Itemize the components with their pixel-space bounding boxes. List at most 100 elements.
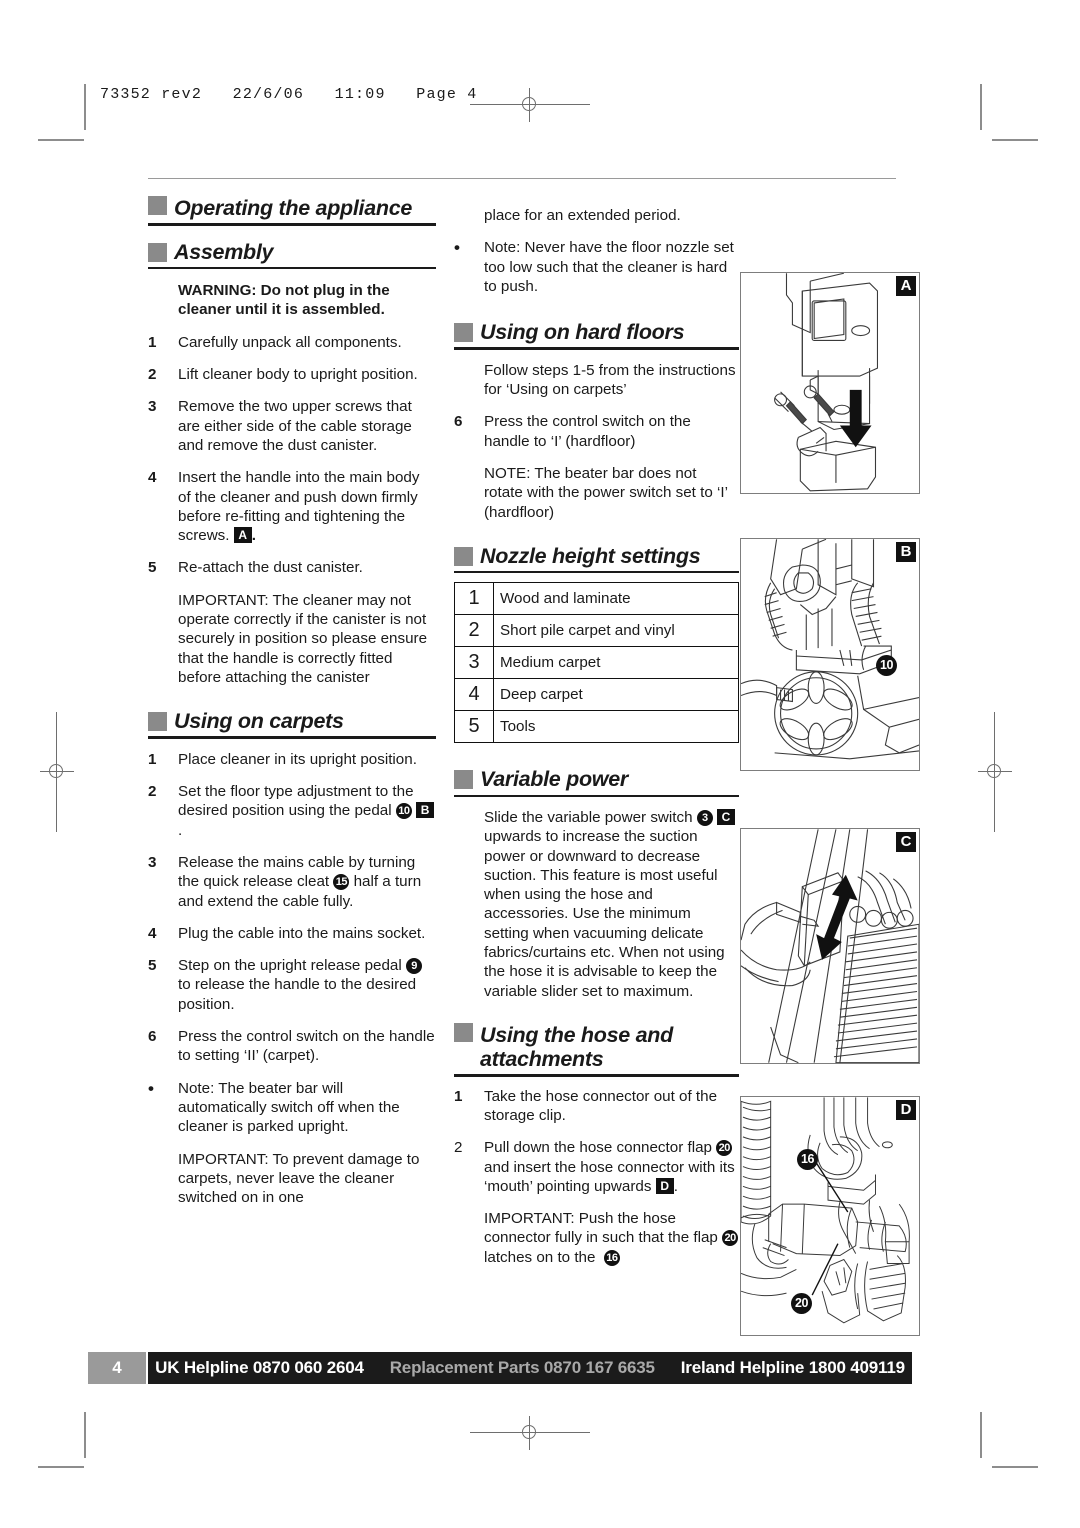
figure-ref-badge-d: D xyxy=(655,1177,674,1194)
heading-assembly: Assembly xyxy=(148,240,436,270)
heading-variable-power-text: Variable power xyxy=(480,767,628,792)
assembly-step-5: 5 Re-attach the dust canister. xyxy=(148,558,436,577)
step-text-part: Insert the handle into the main body of … xyxy=(178,469,420,545)
step-text: Note: Never have the floor nozzle set to… xyxy=(484,239,734,295)
column-left: Operating the appliance Assembly WARNING… xyxy=(148,196,436,1220)
figure-c: C xyxy=(740,828,920,1064)
step-text-suffix: . xyxy=(251,527,256,545)
part-ref-badge-20: 20 xyxy=(722,1230,739,1247)
page-footer: 4 UK Helpline 0870 060 2604 Replacement … xyxy=(88,1352,912,1384)
step-number: 1 xyxy=(148,333,157,351)
text-part: Slide the variable power switch xyxy=(484,809,693,826)
step-number: 6 xyxy=(148,1028,157,1046)
table-row: 5 Tools xyxy=(454,710,739,744)
assembly-step-1: 1 Carefully unpack all components. xyxy=(148,333,436,352)
step-text: Plug the cable into the mains socket. xyxy=(178,924,426,942)
heading-rule xyxy=(148,736,436,739)
step-text-part: to release the handle to the desired pos… xyxy=(178,976,417,1013)
hose-step-1: 1 Take the hose connector out of the sto… xyxy=(454,1087,739,1126)
heading-using-hard-floors: Using on hard floors xyxy=(454,320,739,350)
heading-rule xyxy=(148,223,436,226)
step-number: 6 xyxy=(454,413,463,431)
bullet-icon: • xyxy=(454,238,460,258)
down-arrow-icon xyxy=(839,389,872,448)
step-text: Take the hose connector out of the stora… xyxy=(484,1087,718,1124)
ireland-helpline: Ireland Helpline 1800 409119 xyxy=(680,1358,905,1377)
hard-floor-intro: Follow steps 1-5 from the instructions f… xyxy=(484,361,736,399)
step-number: 1 xyxy=(454,1087,463,1105)
text-part: upwards to increase the suction power or… xyxy=(484,828,725,1000)
variable-power-text: Slide the variable power switch 3 C upwa… xyxy=(484,808,739,1001)
figure-ref-badge-b: B xyxy=(416,802,435,819)
part-ref-badge-15: 15 xyxy=(333,874,350,891)
text-suffix: . xyxy=(673,1177,678,1195)
square-bullet-icon xyxy=(148,196,167,215)
figure-label-c: C xyxy=(896,832,916,852)
step-text: Carefully unpack all components. xyxy=(178,333,402,351)
hose-important-note: IMPORTANT: Push the hose connector fully… xyxy=(484,1209,739,1267)
square-bullet-icon xyxy=(454,1022,473,1042)
hose-step-2: 2 Pull down the hose connector flap 20 a… xyxy=(454,1138,739,1196)
step-text: Insert the handle into the main body of … xyxy=(178,468,436,545)
page-number: 4 xyxy=(88,1352,146,1384)
step-text: Lift cleaner body to upright position. xyxy=(178,366,418,384)
part-ref-badge-20: 20 xyxy=(791,1293,812,1314)
nozzle-setting-number: 2 xyxy=(454,614,494,648)
uk-helpline: UK Helpline 0870 060 2604 xyxy=(155,1358,364,1377)
text-part: Pull down the hose connector flap xyxy=(484,1139,712,1157)
figure-a-illustration xyxy=(774,273,879,492)
text-part: IMPORTANT: Push the hose connector fully… xyxy=(484,1210,718,1247)
table-row: 4 Deep carpet xyxy=(454,678,739,712)
step-text: Release the mains cable by turning the q… xyxy=(178,853,436,911)
hard-floor-step-6: 6 Press the control switch on the handle… xyxy=(454,412,739,451)
figure-d: D 16 20 xyxy=(740,1096,920,1336)
square-bullet-icon xyxy=(148,242,167,262)
step-number: 3 xyxy=(148,398,157,416)
assembly-step-4: 4 Insert the handle into the main body o… xyxy=(148,468,436,545)
heading-variable-power: Variable power xyxy=(454,767,739,797)
carpet-step-5: 5 Step on the upright release pedal 9 to… xyxy=(148,956,436,1014)
heading-nozzle-height-settings-text: Nozzle height settings xyxy=(480,543,701,568)
carpet-step-6: 6 Press the control switch on the handle… xyxy=(148,1027,436,1066)
part-ref-badge-9: 9 xyxy=(406,958,422,975)
part-ref-badge-10: 10 xyxy=(395,803,412,820)
assembly-step-2: 2 Lift cleaner body to upright position. xyxy=(148,365,436,384)
figure-c-illustration xyxy=(741,829,919,1063)
heading-rule xyxy=(148,266,436,270)
column-middle: place for an extended period. • Note: Ne… xyxy=(454,196,739,1280)
heading-rule xyxy=(454,347,739,350)
square-bullet-icon xyxy=(454,546,473,566)
square-bullet-icon xyxy=(148,712,167,732)
nozzle-height-table: 1 Wood and laminate 2 Short pile carpet … xyxy=(454,582,739,744)
table-row: 1 Wood and laminate xyxy=(454,582,739,616)
step-text: Place cleaner in its upright position. xyxy=(178,750,417,768)
step-number: 5 xyxy=(148,957,157,975)
nozzle-setting-number: 1 xyxy=(454,582,494,616)
heading-using-on-carpets: Using on carpets xyxy=(148,709,436,739)
nozzle-setting-number: 5 xyxy=(454,710,494,744)
step-number: 2 xyxy=(454,1139,463,1157)
continuation-text: place for an extended period. xyxy=(484,207,681,224)
figure-label-b: B xyxy=(896,542,916,562)
heading-rule xyxy=(454,1074,739,1077)
step-text: Press the control switch on the handle t… xyxy=(484,413,691,450)
part-ref-badge-16: 16 xyxy=(797,1149,818,1170)
table-row: 2 Short pile carpet and vinyl xyxy=(454,614,739,648)
figure-label-d: D xyxy=(896,1100,916,1120)
heading-nozzle-height-settings: Nozzle height settings xyxy=(454,544,739,574)
step-text: Pull down the hose connector flap 20 and… xyxy=(484,1138,739,1196)
figure-b-illustration xyxy=(741,539,919,760)
step-text: Remove the two upper screws that are eit… xyxy=(178,398,412,454)
text-part: latches on to the xyxy=(484,1248,596,1266)
figure-d-illustration xyxy=(741,1097,910,1324)
part-ref-badge-16: 16 xyxy=(603,1249,620,1266)
step-text: Press the control switch on the handle t… xyxy=(178,1028,435,1065)
figure-ref-badge-c: C xyxy=(716,809,735,825)
figure-label-a: A xyxy=(896,276,916,296)
step-number: 2 xyxy=(148,366,157,384)
figure-a: A xyxy=(740,272,920,494)
figure-b: B 10 xyxy=(740,538,920,771)
heading-assembly-text: Assembly xyxy=(174,239,274,264)
nozzle-setting-number: 4 xyxy=(454,678,494,712)
step-text: Set the floor type adjustment to the des… xyxy=(178,782,436,840)
